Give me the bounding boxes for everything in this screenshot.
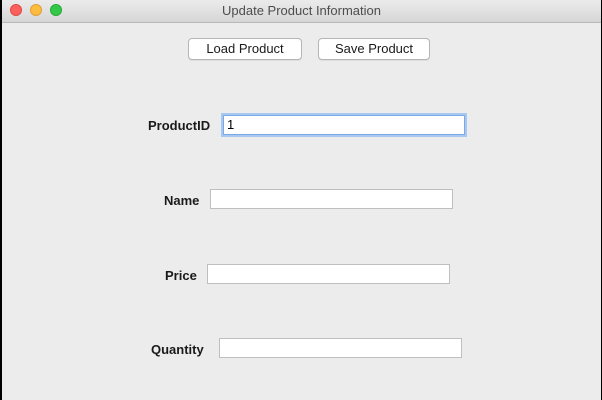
- product-id-field[interactable]: 1: [223, 115, 465, 135]
- title-bar[interactable]: Update Product Information: [2, 0, 601, 23]
- price-field[interactable]: [207, 264, 450, 284]
- save-product-button[interactable]: Save Product: [318, 38, 430, 60]
- price-label: Price: [165, 268, 197, 283]
- name-label: Name: [164, 193, 200, 208]
- quantity-label: Quantity: [151, 342, 204, 357]
- product-id-label: ProductID: [148, 118, 211, 133]
- app-window: Update Product Information Load Product …: [0, 0, 602, 400]
- load-product-button[interactable]: Load Product: [188, 38, 302, 60]
- name-field[interactable]: [210, 189, 453, 209]
- window-title: Update Product Information: [222, 3, 381, 18]
- quantity-field[interactable]: [219, 338, 462, 358]
